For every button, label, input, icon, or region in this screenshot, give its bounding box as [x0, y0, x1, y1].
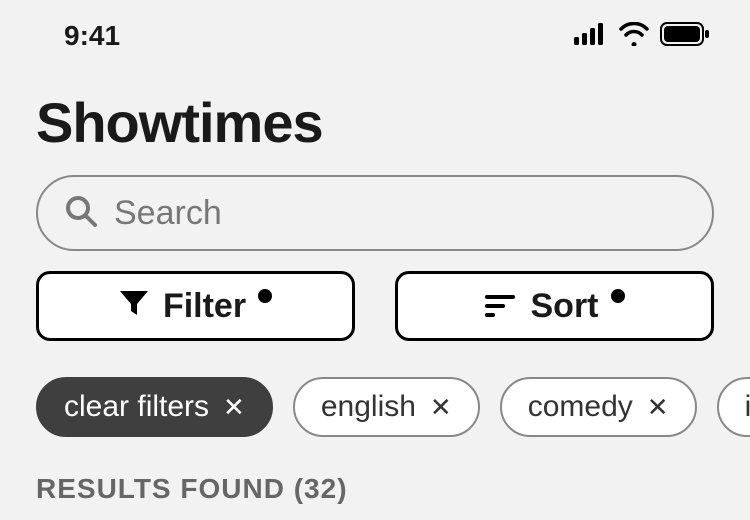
battery-icon: [660, 22, 710, 51]
clear-filters-chip[interactable]: clear filters ✕: [36, 377, 273, 437]
sort-icon: [485, 287, 517, 326]
page-title: Showtimes: [0, 62, 750, 175]
close-icon: ✕: [647, 392, 669, 423]
filter-label: Filter: [163, 287, 246, 326]
chip-label: english: [321, 390, 416, 424]
sort-button[interactable]: Sort: [395, 271, 714, 341]
search-placeholder: Search: [114, 194, 222, 233]
filter-icon: [119, 287, 149, 326]
status-time: 9:41: [64, 20, 120, 52]
filter-chip-comedy[interactable]: comedy ✕: [500, 377, 697, 437]
results-count: RESULTS FOUND (32): [36, 473, 714, 505]
wifi-icon: [618, 22, 650, 51]
filter-active-dot: [258, 289, 272, 303]
chip-label: imax: [745, 390, 750, 424]
filter-chip-imax[interactable]: imax ✕: [717, 377, 750, 437]
cellular-icon: [574, 23, 608, 50]
status-icons: [574, 22, 710, 51]
filter-button[interactable]: Filter: [36, 271, 355, 341]
close-icon: ✕: [223, 392, 245, 423]
chip-label: clear filters: [64, 390, 209, 424]
sort-active-dot: [611, 289, 625, 303]
sort-label: Sort: [531, 287, 599, 326]
filter-chip-english[interactable]: english ✕: [293, 377, 480, 437]
filter-chips: clear filters ✕ english ✕ comedy ✕ imax …: [36, 377, 750, 437]
search-icon: [64, 194, 98, 233]
status-bar: 9:41: [0, 0, 750, 62]
search-input[interactable]: Search: [36, 175, 714, 251]
chip-label: comedy: [528, 390, 633, 424]
close-icon: ✕: [430, 392, 452, 423]
